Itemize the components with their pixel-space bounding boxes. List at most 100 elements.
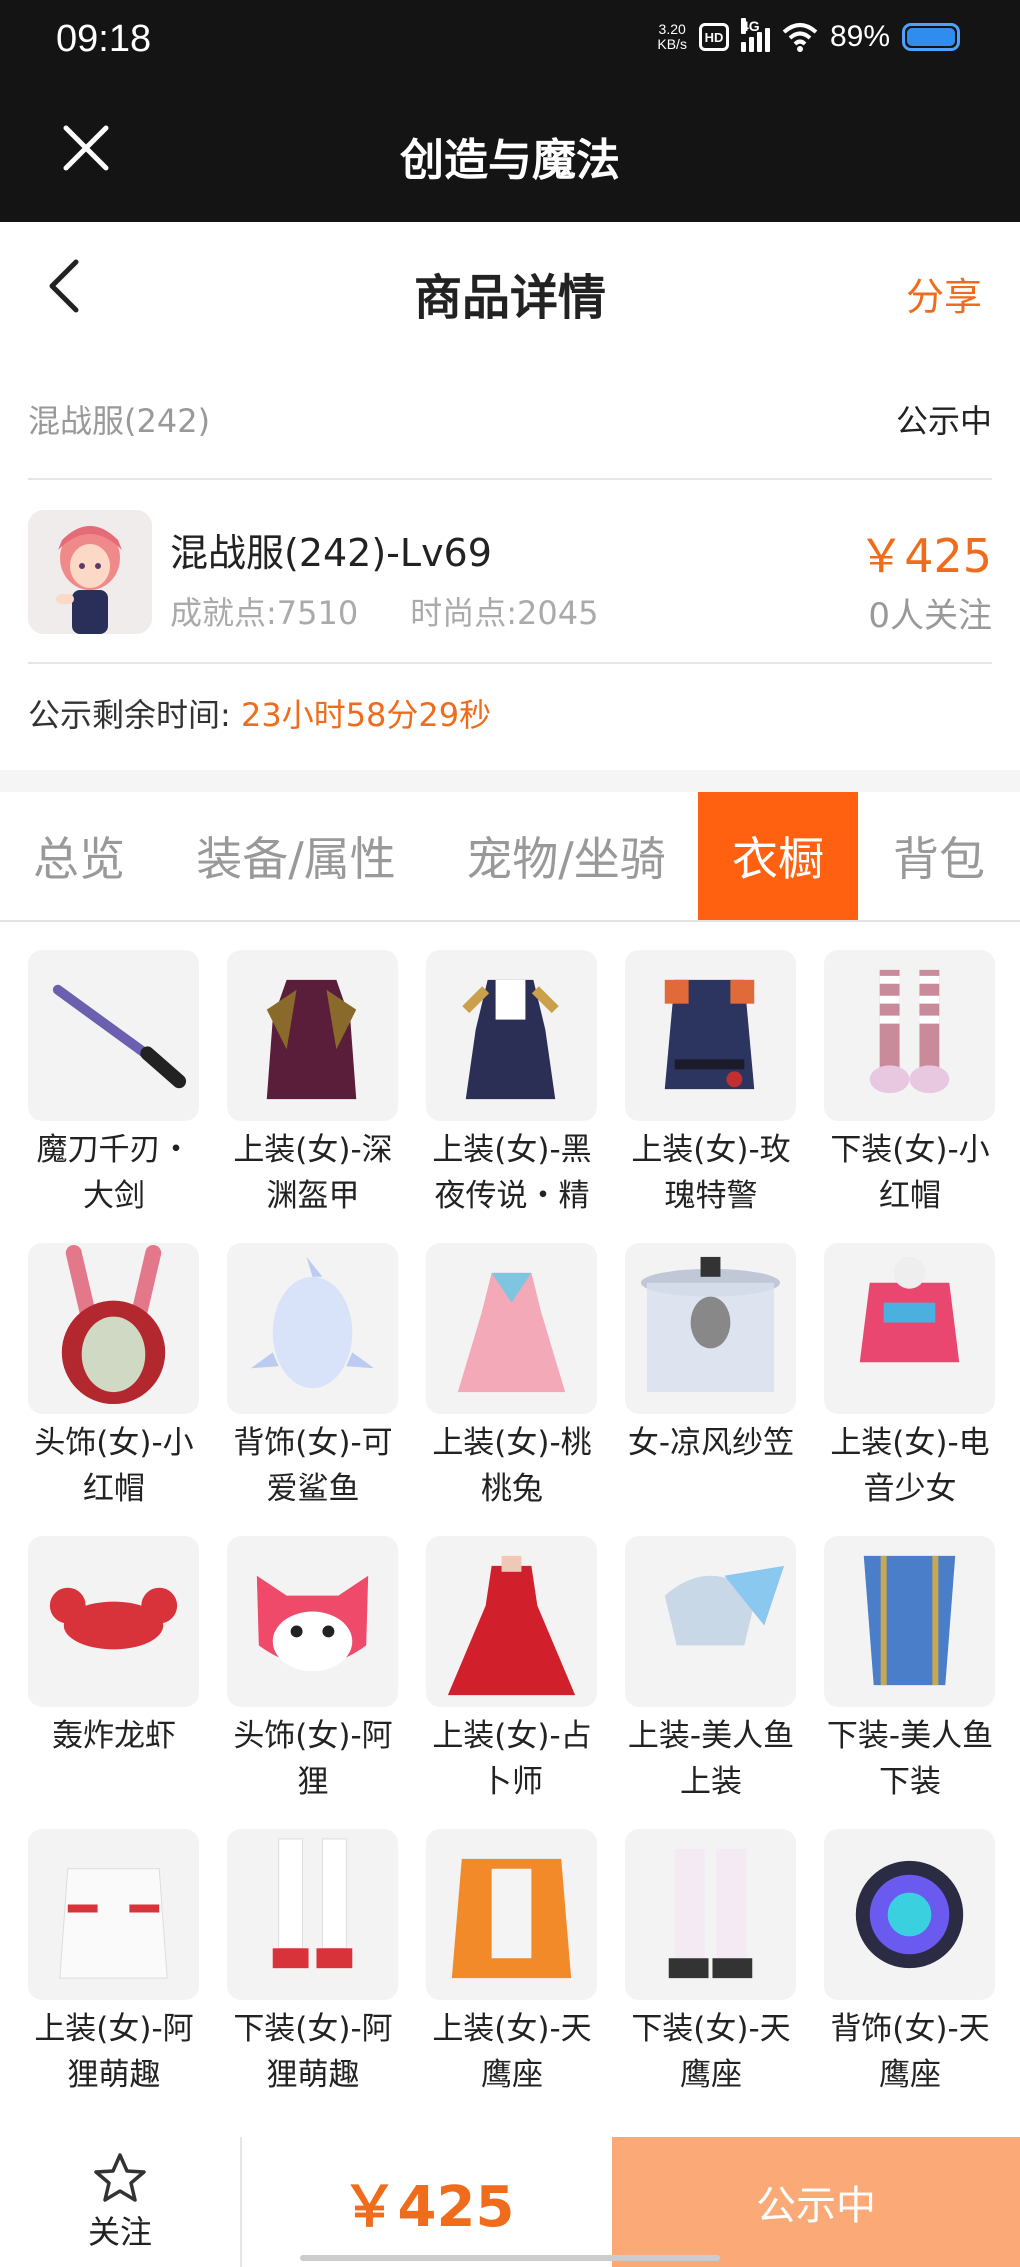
veil-hat-icon xyxy=(625,1243,796,1414)
fashion-points: 时尚点:2045 xyxy=(410,594,599,632)
home-indicator xyxy=(300,2255,720,2261)
wardrobe-item[interactable]: 上装(女)-黑夜传说・精 xyxy=(426,950,597,1243)
detail-header: 商品详情 分享 xyxy=(0,222,1020,352)
wardrobe-item-label: 上装(女)-玫瑰特警 xyxy=(631,1132,791,1214)
wardrobe-item[interactable]: 下装(女)-小红帽 xyxy=(824,950,995,1243)
wardrobe-item[interactable]: 上装(女)-阿狸萌趣 xyxy=(28,1829,199,2122)
tab-equipment[interactable]: 装备/属性 xyxy=(158,792,434,920)
server-status: 公示中 xyxy=(895,402,992,440)
tab-bar: 总览 装备/属性 宠物/坐骑 衣橱 背包 xyxy=(0,792,1020,922)
wardrobe-item[interactable]: 上装(女)-电音少女 xyxy=(824,1243,995,1536)
product-name: 混战服(242)-Lv69 xyxy=(170,531,492,575)
tab-pets[interactable]: 宠物/坐骑 xyxy=(434,792,698,920)
network-speed-unit: KB/s xyxy=(657,36,687,52)
product-summary: 混战服(242)-Lv69 成就点:7510 时尚点:2045 ￥425 0人关注 xyxy=(28,480,992,664)
wardrobe-item[interactable]: 上装-美人鱼上装 xyxy=(625,1536,796,1829)
battery-icon xyxy=(902,23,960,51)
bottom-bar: 关注 ￥425 公示中 xyxy=(0,2137,1020,2267)
wardrobe-item[interactable]: 上装(女)-玫瑰特警 xyxy=(625,950,796,1243)
wardrobe-item-label: 魔刀千刃・大剑 xyxy=(36,1132,192,1214)
wardrobe-item-label: 背饰(女)-可爱鲨鱼 xyxy=(233,1425,393,1507)
wardrobe-item[interactable]: 下装(女)-天鹰座 xyxy=(625,1829,796,2122)
follow-label: 关注 xyxy=(87,2213,152,2251)
police-uniform-icon xyxy=(625,950,796,1121)
follow-button[interactable]: 关注 xyxy=(0,2137,242,2267)
publicity-status-button[interactable]: 公示中 xyxy=(612,2137,1020,2267)
tab-backpack[interactable]: 背包 xyxy=(858,792,1020,920)
countdown-label: 公示剩余时间: xyxy=(28,696,231,734)
wardrobe-item-label: 女-凉风纱笠 xyxy=(627,1425,795,1461)
follower-count: 0人关注 xyxy=(868,596,992,636)
wardrobe-item-label: 上装(女)-天鹰座 xyxy=(432,2011,592,2093)
star-icon xyxy=(94,2153,146,2202)
tab-wardrobe[interactable]: 衣橱 xyxy=(698,792,858,920)
product-price: ￥425 xyxy=(858,529,992,583)
wardrobe-item-label: 上装(女)-黑夜传说・精 xyxy=(432,1132,592,1214)
section-divider xyxy=(0,770,1020,792)
wardrobe-item[interactable]: 背饰(女)-可爱鲨鱼 xyxy=(227,1243,398,1536)
wifi-icon xyxy=(782,23,818,52)
wardrobe-item-label: 上装(女)-占卜师 xyxy=(432,1718,592,1800)
network-type: 4G xyxy=(740,18,760,34)
lobster-icon xyxy=(28,1536,199,1707)
wardrobe-item-label: 上装(女)-桃桃兔 xyxy=(432,1425,592,1507)
countdown-value: 23小时58分29秒 xyxy=(240,696,492,734)
battery-percent: 89% xyxy=(829,20,890,53)
wardrobe-item[interactable]: 头饰(女)-阿狸 xyxy=(227,1536,398,1829)
wardrobe-item[interactable]: 魔刀千刃・大剑 xyxy=(28,950,199,1243)
sword-icon xyxy=(28,950,199,1121)
bottom-price: ￥425 xyxy=(341,2174,515,2240)
shark-icon xyxy=(227,1243,398,1414)
achievement-points: 成就点:7510 xyxy=(170,594,359,632)
wardrobe-item[interactable]: 下装(女)-阿狸萌趣 xyxy=(227,1829,398,2122)
wardrobe-item-label: 上装-美人鱼上装 xyxy=(627,1718,795,1800)
wardrobe-item[interactable]: 上装(女)-深渊盔甲 xyxy=(227,950,398,1243)
wardrobe-item-label: 上装(女)-深渊盔甲 xyxy=(233,1132,393,1214)
wardrobe-item[interactable]: 头饰(女)-小红帽 xyxy=(28,1243,199,1536)
wardrobe-item-label: 下装(女)-小红帽 xyxy=(830,1132,990,1214)
white-boots-icon xyxy=(227,1829,398,2000)
mermaid-top-icon xyxy=(625,1536,796,1707)
app-title-bar: 创造与魔法 xyxy=(0,80,1020,222)
wardrobe-item-label: 背饰(女)-天鹰座 xyxy=(830,2011,990,2093)
wardrobe-item-label: 下装(女)-阿狸萌趣 xyxy=(233,2011,393,2093)
night-dress-icon xyxy=(426,950,597,1121)
dark-armor-icon xyxy=(227,950,398,1121)
wardrobe-item[interactable]: 上装(女)-占卜师 xyxy=(426,1536,597,1829)
character-avatar xyxy=(28,510,152,634)
wardrobe-item[interactable]: 上装(女)-桃桃兔 xyxy=(426,1243,597,1536)
striped-boots-icon xyxy=(824,950,995,1121)
wardrobe-item[interactable]: 女-凉风纱笠 xyxy=(625,1243,796,1536)
orange-jacket-icon xyxy=(426,1829,597,2000)
app-title: 创造与魔法 xyxy=(400,135,620,186)
wardrobe-item[interactable]: 背饰(女)-天鹰座 xyxy=(824,1829,995,2122)
white-hoodie-icon xyxy=(28,1829,199,2000)
cell-signal-icon: 4G xyxy=(740,18,770,52)
hd-icon: HD xyxy=(698,23,729,51)
wardrobe-item-label: 上装(女)-电音少女 xyxy=(830,1425,990,1507)
tab-overview[interactable]: 总览 xyxy=(0,792,158,920)
share-button[interactable]: 分享 xyxy=(906,266,982,321)
wardrobe-item[interactable]: 轰炸龙虾 xyxy=(28,1536,199,1829)
wardrobe-item[interactable]: 上装(女)-天鹰座 xyxy=(426,1829,597,2122)
wardrobe-item-label: 下装(女)-天鹰座 xyxy=(631,2011,791,2093)
server-row: 混战服(242) 公示中 xyxy=(28,380,992,480)
wardrobe-item-label: 轰炸龙虾 xyxy=(52,1718,176,1754)
network-speed-value: 3.20 xyxy=(658,21,686,37)
network-speed: 3.20 KB/s xyxy=(657,22,687,52)
tech-orb-icon xyxy=(824,1829,995,2000)
pink-jacket-icon xyxy=(824,1243,995,1414)
wardrobe-item-label: 头饰(女)-小红帽 xyxy=(34,1425,194,1507)
wardrobe-item-label: 头饰(女)-阿狸 xyxy=(233,1718,393,1800)
countdown: 公示剩余时间: 23小时58分29秒 xyxy=(28,690,491,736)
mermaid-bottom-icon xyxy=(824,1536,995,1707)
status-icons: 3.20 KB/s HD 4G 89% xyxy=(657,18,960,54)
status-time: 09:18 xyxy=(56,18,152,60)
red-gown-icon xyxy=(426,1536,597,1707)
page-title: 商品详情 xyxy=(413,270,606,326)
status-bar: 09:18 3.20 KB/s HD 4G 89% xyxy=(0,0,1020,80)
red-hood-icon xyxy=(28,1243,199,1414)
fox-head-icon xyxy=(227,1536,398,1707)
server-name: 混战服(242) xyxy=(28,402,211,440)
wardrobe-item[interactable]: 下装-美人鱼下装 xyxy=(824,1536,995,1829)
